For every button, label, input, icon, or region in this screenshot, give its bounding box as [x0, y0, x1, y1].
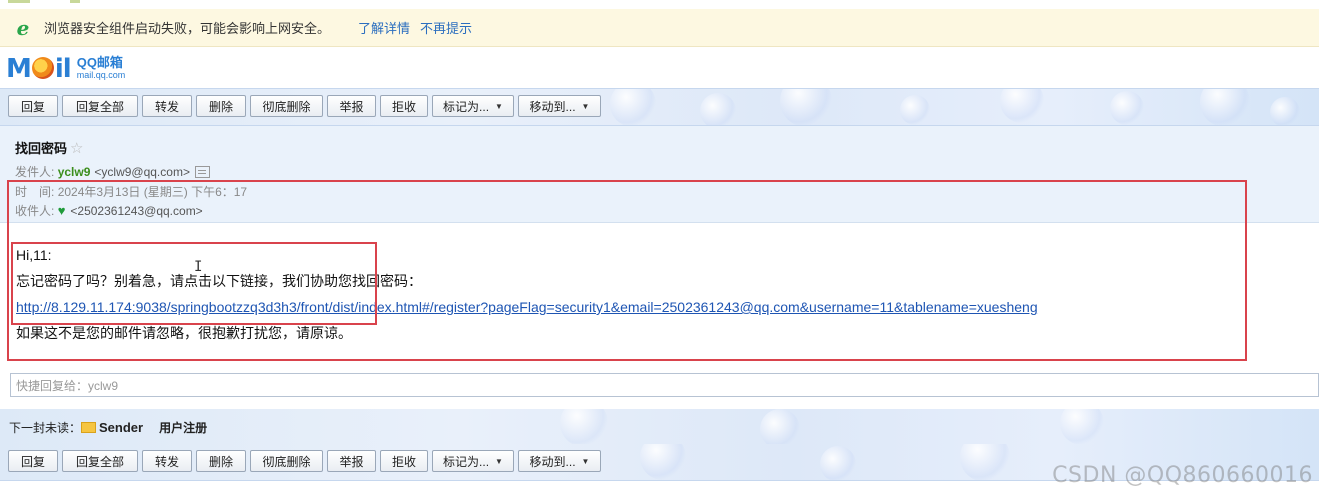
delete-button[interactable]: 删除	[196, 450, 246, 472]
delete-permanently-button[interactable]: 彻底删除	[250, 450, 323, 472]
ie-browser-icon: e	[16, 15, 30, 40]
logo-cn-text: QQ邮箱	[76, 55, 123, 70]
learn-more-link[interactable]: 了解详情	[358, 18, 410, 37]
csdn-watermark: CSDN @QQ860660016	[1052, 463, 1313, 488]
subject-text: 找回密码	[15, 141, 68, 156]
quick-reply-input[interactable]: 快捷回复给：yclw9	[10, 373, 1319, 397]
star-icon[interactable]: ☆	[70, 140, 83, 157]
move-to-label: 移动到...	[529, 99, 576, 114]
mail-subject: 找回密码 ☆	[15, 138, 83, 157]
report-button[interactable]: 举报	[327, 95, 376, 117]
top-toolbar: 回复 回复全部 转发 删除 彻底删除 举报 拒收 标记为... ▼ 移动到... ▼	[0, 88, 1319, 126]
move-to-dropdown[interactable]: 移动到... ▼	[518, 95, 601, 117]
chevron-down-icon: ▼	[495, 456, 503, 466]
chevron-down-icon: ▼	[581, 456, 590, 466]
reject-button[interactable]: 拒收	[380, 450, 428, 472]
move-to-dropdown[interactable]: 移动到... ▼	[518, 450, 601, 472]
next-unread-label: 下一封未读：	[9, 421, 82, 435]
chevron-down-icon: ▼	[581, 101, 590, 111]
delete-permanently-button[interactable]: 彻底删除	[250, 95, 323, 117]
contact-card-icon[interactable]	[194, 165, 210, 178]
mark-as-dropdown[interactable]: 标记为... ▼	[432, 95, 514, 117]
reply-button[interactable]: 回复	[8, 450, 58, 472]
report-button[interactable]: 举报	[327, 450, 376, 472]
mark-as-dropdown[interactable]: 标记为... ▼	[432, 450, 514, 472]
warning-message: 浏览器安全组件启动失败，可能会影响上网安全。	[44, 21, 331, 36]
reply-button[interactable]: 回复	[8, 95, 58, 117]
security-warning-bar: e 浏览器安全组件启动失败，可能会影响上网安全。 了解详情 不再提示	[0, 9, 1319, 47]
sender-row: 发件人: yclw9 <yclw9@qq.com>	[15, 163, 210, 180]
reply-all-button[interactable]: 回复全部	[62, 95, 138, 117]
envelope-icon	[81, 422, 97, 433]
mark-as-label: 标记为...	[443, 454, 490, 469]
mark-as-label: 标记为...	[443, 99, 490, 114]
next-unread-sender[interactable]: Sender	[99, 420, 143, 435]
qq-mail-logo[interactable]: Mil QQ邮箱 mail.qq.com	[6, 53, 125, 85]
dont-show-again-link[interactable]: 不再提示	[420, 18, 472, 37]
sender-name[interactable]: yclw9	[58, 165, 91, 179]
logo-mail-mark: Mil	[6, 54, 72, 84]
forward-button[interactable]: 转发	[142, 450, 192, 472]
chevron-down-icon: ▼	[495, 101, 503, 111]
move-to-label: 移动到...	[529, 454, 576, 469]
reject-button[interactable]: 拒收	[380, 95, 428, 117]
delete-button[interactable]: 删除	[196, 95, 246, 117]
next-unread-bar: 下一封未读： Sender 用户注册	[0, 409, 1319, 445]
forward-button[interactable]: 转发	[142, 95, 192, 117]
reply-all-button[interactable]: 回复全部	[62, 450, 138, 472]
logo-en-text: mail.qq.com	[76, 70, 126, 80]
sender-label: 发件人:	[15, 165, 55, 179]
top-strip	[0, 0, 1319, 9]
annotation-box-inner	[11, 242, 377, 325]
next-unread-subject[interactable]: 用户注册	[159, 419, 207, 436]
sender-address: <yclw9@qq.com>	[94, 164, 190, 179]
